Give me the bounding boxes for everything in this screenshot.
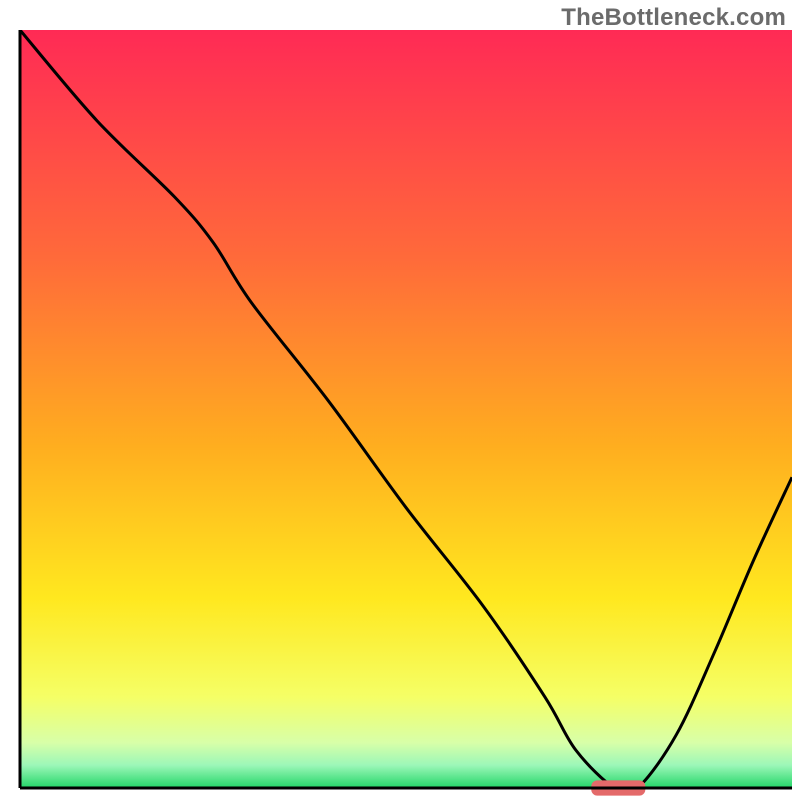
chart-container: TheBottleneck.com [0,0,800,800]
gradient-background [20,30,792,788]
chart-svg [0,0,800,800]
watermark-text: TheBottleneck.com [561,4,786,32]
